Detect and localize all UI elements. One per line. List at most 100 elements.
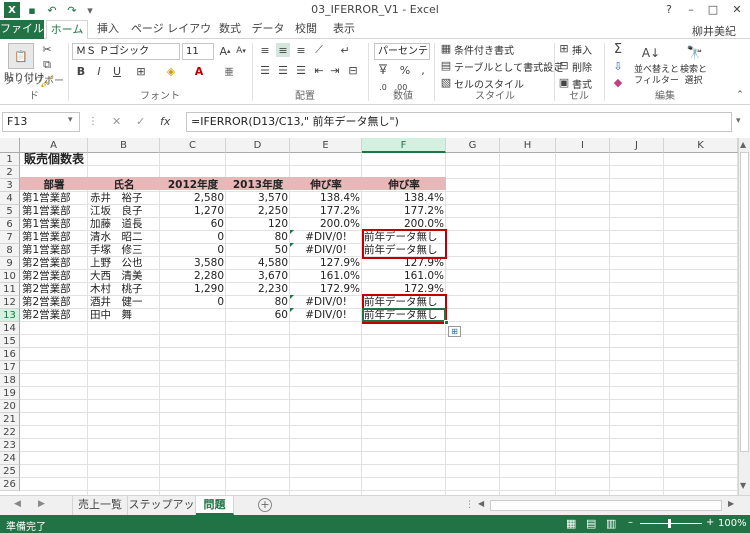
insert-function-icon[interactable]: fx (160, 115, 170, 128)
table-header-cell[interactable]: 伸び率 (362, 179, 446, 192)
table-cell[interactable]: 138.4% (362, 192, 446, 205)
format-table-icon[interactable]: ▤ (440, 59, 452, 72)
table-cell[interactable]: #DIV/0! (290, 231, 362, 244)
sort-filter-button[interactable]: 並べ替えと フィルター (634, 65, 679, 87)
row-header[interactable]: 24 (0, 452, 20, 465)
collapse-ribbon-icon[interactable]: ⌃ (734, 89, 746, 101)
align-top-icon[interactable]: ≡ (258, 43, 272, 57)
table-cell[interactable]: 0 (160, 296, 226, 309)
minimize-icon[interactable]: – (680, 0, 702, 18)
cell-styles-icon[interactable]: ▧ (440, 76, 452, 89)
table-cell[interactable]: 第1営業部 (20, 231, 88, 244)
page-break-view-icon[interactable]: ▥ (606, 517, 616, 530)
zoom-slider[interactable] (640, 523, 702, 524)
row-header[interactable]: 13 (0, 309, 20, 322)
tab-view[interactable]: 表示 (328, 20, 360, 39)
table-cell[interactable]: 第2営業部 (20, 296, 88, 309)
name-box-dropdown-icon[interactable]: ▾ (68, 115, 73, 125)
table-cell[interactable]: 172.9% (290, 283, 362, 296)
prev-sheet-icon[interactable]: ◀ (14, 499, 21, 509)
insert-cells-button[interactable]: 挿入 (572, 42, 592, 57)
column-header[interactable]: E (290, 138, 362, 153)
table-header-cell[interactable]: 伸び率 (290, 179, 362, 192)
table-cell[interactable]: 手塚 修三 (88, 244, 160, 257)
error-indicator-icon[interactable] (290, 243, 294, 247)
row-header[interactable]: 14 (0, 322, 20, 335)
tab-page-layout[interactable]: ページ レイアウト (130, 20, 212, 53)
copy-icon[interactable]: ⧉ (40, 58, 54, 72)
table-cell[interactable]: 1,290 (160, 283, 226, 296)
cancel-entry-icon[interactable]: ✕ (112, 115, 121, 128)
table-cell[interactable]: 2,250 (226, 205, 290, 218)
table-cell[interactable]: 60 (160, 218, 226, 231)
tab-formulas[interactable]: 数式 (214, 20, 246, 39)
select-all-corner[interactable] (0, 138, 20, 153)
tab-insert[interactable]: 挿入 (90, 20, 126, 39)
table-cell[interactable]: 2,280 (160, 270, 226, 283)
format-as-table-button[interactable]: テーブルとして書式設定 (454, 59, 563, 74)
zoom-in-icon[interactable]: + (706, 517, 714, 528)
tab-review[interactable]: 校閲 (290, 20, 322, 39)
table-cell[interactable]: 第2営業部 (20, 309, 88, 322)
row-header[interactable]: 20 (0, 400, 20, 413)
close-icon[interactable]: ✕ (726, 0, 748, 18)
scroll-down-icon[interactable]: ▼ (740, 481, 746, 490)
column-header[interactable]: F (362, 138, 446, 153)
comma-icon[interactable]: , (416, 63, 430, 77)
row-header[interactable]: 4 (0, 192, 20, 205)
align-middle-icon[interactable]: ≡ (276, 43, 290, 57)
table-cell[interactable]: 第2営業部 (20, 257, 88, 270)
zoom-out-icon[interactable]: – (628, 517, 633, 528)
conditional-format-button[interactable]: 条件付き書式 (454, 42, 514, 57)
table-cell[interactable]: 酒井 健一 (88, 296, 160, 309)
row-header[interactable]: 22 (0, 426, 20, 439)
row-header[interactable]: 18 (0, 374, 20, 387)
scrollbar-thumb[interactable] (740, 152, 749, 452)
number-format-box[interactable]: パーセンテー (374, 43, 430, 72)
sheet-tab[interactable]: 売上一覧 (72, 496, 128, 515)
autosum-icon[interactable]: Σ (610, 41, 626, 57)
table-cell[interactable]: 田中 舞 (88, 309, 160, 322)
new-sheet-icon[interactable]: + (258, 498, 272, 512)
fill-color-icon[interactable]: ◈ (164, 63, 178, 79)
fill-icon[interactable]: ⇩ (610, 59, 626, 73)
table-cell[interactable]: #DIV/0! (290, 296, 362, 309)
row-header[interactable]: 2 (0, 166, 20, 179)
tab-home[interactable]: ホーム (46, 20, 88, 40)
scroll-left-icon[interactable]: ◀ (478, 499, 484, 508)
underline-icon[interactable]: U (110, 63, 124, 79)
error-indicator-icon[interactable] (290, 230, 294, 234)
indent-increase-icon[interactable]: ⇥ (328, 63, 342, 77)
indent-decrease-icon[interactable]: ⇤ (312, 63, 326, 77)
sheet-tab[interactable]: ステップアップ (128, 496, 196, 529)
table-cell[interactable]: 0 (160, 244, 226, 257)
table-cell[interactable]: 80 (226, 231, 290, 244)
error-indicator-icon[interactable] (290, 295, 294, 299)
expand-formula-icon[interactable]: ▾ (736, 116, 741, 126)
table-cell[interactable]: 第1営業部 (20, 192, 88, 205)
table-cell[interactable]: 2,230 (226, 283, 290, 296)
table-cell[interactable]: 3,570 (226, 192, 290, 205)
table-cell[interactable]: 江坂 良子 (88, 205, 160, 218)
table-cell[interactable]: 50 (226, 244, 290, 257)
table-cell[interactable]: 加藤 道長 (88, 218, 160, 231)
table-cell[interactable]: 木村 桃子 (88, 283, 160, 296)
tab-split-icon[interactable]: ⋮ (465, 500, 474, 510)
column-header[interactable]: K (664, 138, 738, 153)
tab-file[interactable]: ファイル (0, 20, 44, 39)
paste-icon[interactable]: 📋 (8, 43, 34, 69)
sheet-tab-active[interactable]: 問題 (196, 496, 234, 515)
row-header[interactable]: 9 (0, 257, 20, 270)
table-cell[interactable]: 第1営業部 (20, 244, 88, 257)
fill-handle[interactable] (444, 320, 449, 325)
currency-icon[interactable]: ¥ (376, 63, 390, 77)
scroll-up-icon[interactable]: ▲ (740, 140, 746, 149)
vertical-scrollbar[interactable]: ▲ ▼ (738, 138, 750, 495)
table-cell[interactable]: 大西 清美 (88, 270, 160, 283)
border-icon[interactable]: ⊞ (134, 63, 148, 79)
merge-center-icon[interactable]: ⊟ (346, 63, 360, 77)
row-header[interactable]: 6 (0, 218, 20, 231)
user-name[interactable]: 柳井美紀 (692, 23, 736, 39)
font-color-icon[interactable]: A (192, 63, 206, 79)
phonetic-icon[interactable]: 亜 (222, 63, 236, 79)
